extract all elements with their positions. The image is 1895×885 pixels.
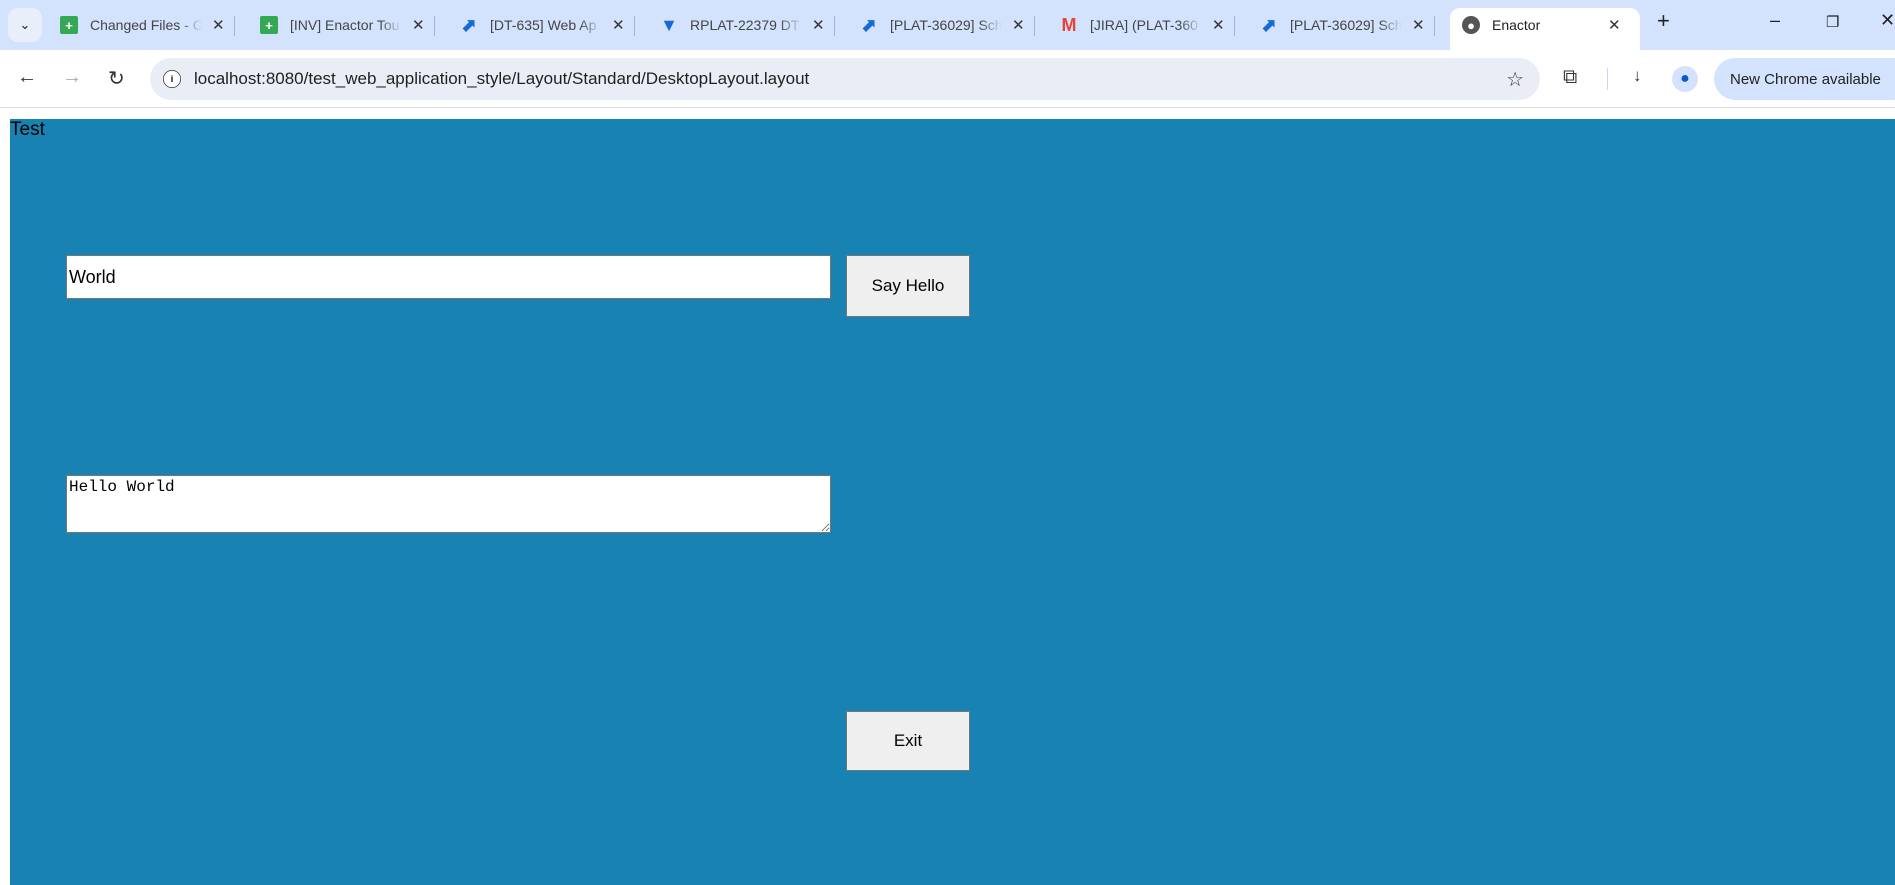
tab[interactable]: M [JIRA] (PLAT-360 ✕ xyxy=(1060,8,1235,42)
tab-search-button[interactable]: ⌄ xyxy=(8,8,42,42)
tab[interactable]: + Changed Files - C ✕ xyxy=(60,8,235,42)
tab[interactable]: ▼ RPLAT-22379 DT ✕ xyxy=(660,8,835,42)
tab-separator xyxy=(1033,16,1035,36)
tab[interactable]: ⬈ [PLAT-36029] Sch ✕ xyxy=(1260,8,1435,42)
tab-separator xyxy=(1233,16,1235,36)
jira-icon: ⬈ xyxy=(861,14,877,35)
tab[interactable]: ⬈ [DT-635] Web Ap ✕ xyxy=(460,8,635,42)
tab-title: Enactor xyxy=(1492,17,1541,33)
close-tab-icon[interactable]: ✕ xyxy=(812,16,825,34)
exit-button[interactable]: Exit xyxy=(846,711,970,771)
restore-button[interactable]: ❐ xyxy=(1826,13,1839,31)
new-tab-button[interactable]: + xyxy=(1657,8,1670,34)
jira-icon: ⬈ xyxy=(461,14,477,35)
browser-toolbar: ← → ↻ i localhost:8080/test_web_applicat… xyxy=(0,50,1895,108)
close-tab-icon[interactable]: ✕ xyxy=(412,16,425,34)
download-icon[interactable]: ↓ xyxy=(1633,66,1642,86)
tab-separator xyxy=(233,16,235,36)
tab-separator xyxy=(433,16,435,36)
gmail-icon: M xyxy=(1061,14,1077,35)
new-chrome-available-button[interactable]: New Chrome available ⋮ xyxy=(1714,58,1895,100)
tab-separator xyxy=(1433,16,1435,36)
more-menu-icon[interactable]: ⋮ xyxy=(1889,70,1895,88)
address-bar[interactable]: i localhost:8080/test_web_application_st… xyxy=(150,58,1540,100)
greeting-output[interactable]: Hello World xyxy=(66,475,831,533)
minimize-button[interactable]: – xyxy=(1770,10,1780,31)
tab-title: Changed Files - C xyxy=(90,17,202,33)
url-text[interactable]: localhost:8080/test_web_application_styl… xyxy=(194,69,809,89)
globe-icon: ● xyxy=(1462,16,1480,34)
close-tab-icon[interactable]: ✕ xyxy=(1412,16,1425,34)
sheets-icon: + xyxy=(60,16,78,34)
tab[interactable]: ⬈ [PLAT-36029] Sch ✕ xyxy=(860,8,1035,42)
close-tab-icon[interactable]: ✕ xyxy=(1212,16,1225,34)
tab-strip: ⌄ + Changed Files - C ✕ + [INV] Enactor Tou ✕… xyxy=(0,0,1895,50)
tab-title: [PLAT-36029] Sch xyxy=(1290,17,1402,33)
site-info-icon[interactable]: i xyxy=(163,70,181,88)
sheets-icon: + xyxy=(260,16,278,34)
page-title: Test xyxy=(10,119,45,140)
tab-title: [INV] Enactor Tou xyxy=(290,17,400,33)
close-tab-icon[interactable]: ✕ xyxy=(1608,16,1621,34)
tab-title: [JIRA] (PLAT-360 xyxy=(1090,17,1198,33)
tab-title: [PLAT-36029] Sch xyxy=(890,17,1002,33)
forward-button[interactable]: → xyxy=(62,66,82,89)
update-label: New Chrome available xyxy=(1730,70,1881,88)
close-window-button[interactable]: ✕ xyxy=(1880,10,1895,31)
close-tab-icon[interactable]: ✕ xyxy=(1012,16,1025,34)
tab-separator xyxy=(633,16,635,36)
say-hello-button[interactable]: Say Hello xyxy=(846,255,970,317)
back-button[interactable]: ← xyxy=(17,66,37,89)
tab-title: [DT-635] Web Ap xyxy=(490,17,597,33)
shield-icon: ▼ xyxy=(660,14,678,35)
page-content: Test Say Hello Hello World Exit xyxy=(10,119,1895,885)
tab-title: RPLAT-22379 DT xyxy=(690,17,800,33)
tab-active[interactable]: ● Enactor ✕ xyxy=(1450,8,1640,50)
name-input[interactable] xyxy=(66,255,831,299)
jira-icon: ⬈ xyxy=(1261,14,1277,35)
profile-avatar-icon[interactable]: ● xyxy=(1672,66,1698,92)
reload-button[interactable]: ↻ xyxy=(108,66,125,91)
extensions-icon[interactable]: ⧉ xyxy=(1563,66,1577,89)
close-tab-icon[interactable]: ✕ xyxy=(212,16,225,34)
tab-separator xyxy=(833,16,835,36)
bookmark-star-icon[interactable]: ☆ xyxy=(1506,67,1524,92)
close-tab-icon[interactable]: ✕ xyxy=(612,16,625,34)
divider xyxy=(1607,68,1608,90)
tab[interactable]: + [INV] Enactor Tou ✕ xyxy=(260,8,435,42)
